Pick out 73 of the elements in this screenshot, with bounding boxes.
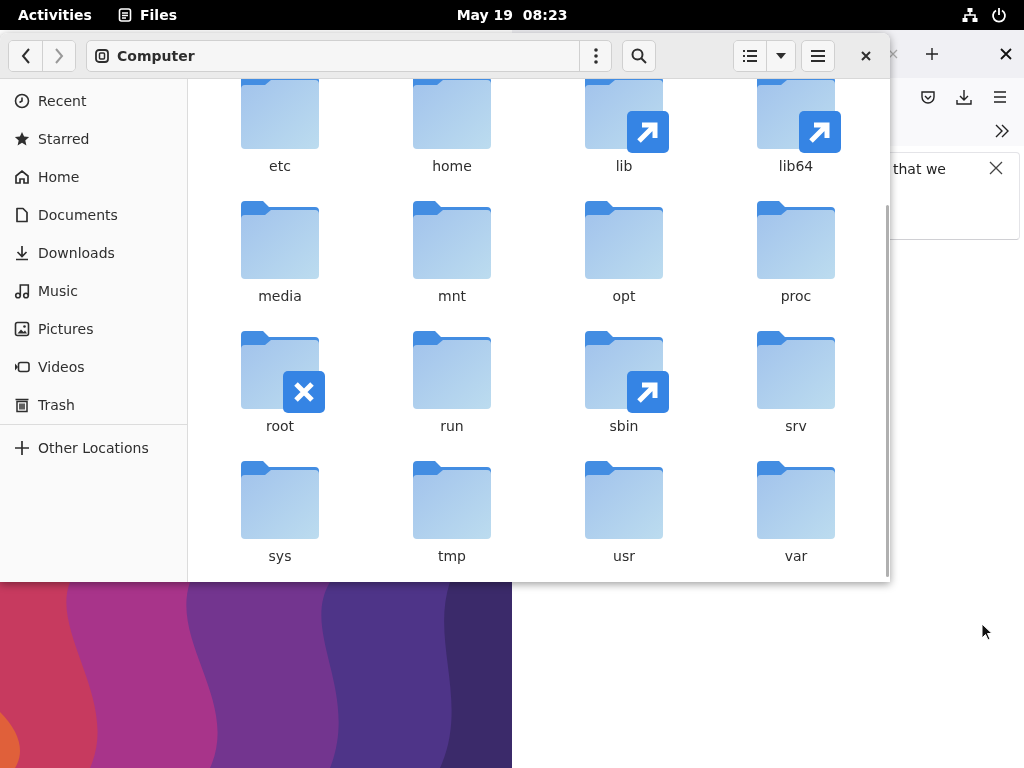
app-menu[interactable]: Files — [118, 7, 177, 23]
caret-icon — [775, 51, 787, 60]
sidebar-item[interactable]: Recent — [0, 82, 187, 120]
folder-item[interactable]: proc — [710, 201, 882, 311]
image-icon — [14, 321, 30, 337]
pointer-icon — [981, 623, 993, 641]
folder-item[interactable]: media — [194, 201, 366, 311]
notification-text: that we — [893, 161, 946, 177]
tab-close-icon[interactable] — [887, 48, 899, 60]
sidebar-item[interactable]: Music — [0, 272, 187, 310]
sidebar-item[interactable]: Other Locations — [0, 429, 187, 467]
menu-icon — [810, 48, 826, 63]
menu-icon[interactable] — [992, 89, 1008, 105]
folder-item[interactable]: srv — [710, 331, 882, 441]
new-tab-icon[interactable] — [925, 47, 939, 61]
activities-button[interactable]: Activities — [18, 7, 92, 23]
home-icon — [14, 169, 30, 185]
folder-item[interactable]: var — [710, 461, 882, 571]
folder-item[interactable]: sys — [194, 461, 366, 571]
forward-icon — [54, 47, 64, 64]
drive-icon — [95, 48, 109, 63]
folder-item[interactable]: sbin — [538, 331, 710, 441]
close-icon — [861, 50, 871, 61]
close-icon[interactable] — [989, 161, 1003, 175]
folder-item[interactable]: root — [194, 331, 366, 441]
search-button[interactable] — [622, 39, 656, 72]
arrow-emblem-icon — [627, 111, 669, 153]
folder-item[interactable]: opt — [538, 201, 710, 311]
search-icon — [631, 47, 647, 64]
folder-item[interactable]: usr — [538, 461, 710, 571]
sidebar-item[interactable]: Home — [0, 158, 187, 196]
view-options-button[interactable] — [766, 40, 795, 71]
arrow-emblem-icon — [799, 111, 841, 153]
power-icon[interactable] — [991, 7, 1007, 23]
sidebar-item[interactable]: Videos — [0, 348, 187, 386]
folder-item[interactable]: etc — [194, 79, 366, 181]
document-icon — [14, 207, 30, 223]
kebab-icon — [593, 47, 598, 64]
plus-icon — [14, 440, 30, 456]
scrollbar[interactable] — [886, 205, 889, 577]
clock-icon — [14, 93, 30, 109]
folder-item[interactable]: tmp — [366, 461, 538, 571]
clock[interactable]: May 19 08:23 — [452, 7, 572, 23]
video-icon — [14, 359, 30, 375]
list-icon — [742, 48, 758, 63]
path-label: Computer — [117, 47, 196, 64]
folder-item[interactable]: lib — [538, 79, 710, 181]
folder-item[interactable]: home — [366, 79, 538, 181]
music-icon — [14, 283, 30, 299]
cross-emblem-icon — [283, 371, 325, 413]
sidebar-item[interactable]: Trash — [0, 386, 187, 424]
files-app-icon — [118, 8, 132, 22]
download-icon — [14, 245, 30, 261]
back-button[interactable] — [9, 40, 42, 71]
back-icon — [20, 47, 31, 64]
arrow-emblem-icon — [627, 371, 669, 413]
chevrons-icon[interactable] — [994, 124, 1010, 138]
folder-item[interactable]: lib64 — [710, 79, 882, 181]
folder-item[interactable]: mnt — [366, 201, 538, 311]
path-bar[interactable]: Computer — [86, 39, 612, 72]
star-icon — [14, 131, 30, 147]
download-icon[interactable] — [956, 89, 972, 105]
pocket-icon[interactable] — [920, 89, 936, 105]
sidebar-item[interactable]: Downloads — [0, 234, 187, 272]
network-icon[interactable] — [962, 7, 978, 23]
menu-button[interactable] — [801, 39, 835, 72]
sidebar-item[interactable]: Documents — [0, 196, 187, 234]
close-icon[interactable] — [1000, 48, 1012, 60]
trash-icon — [14, 397, 30, 413]
list-view-button[interactable] — [734, 40, 766, 71]
sidebar-item[interactable]: Starred — [0, 120, 187, 158]
folder-item[interactable]: run — [366, 331, 538, 441]
sidebar-item[interactable]: Pictures — [0, 310, 187, 348]
